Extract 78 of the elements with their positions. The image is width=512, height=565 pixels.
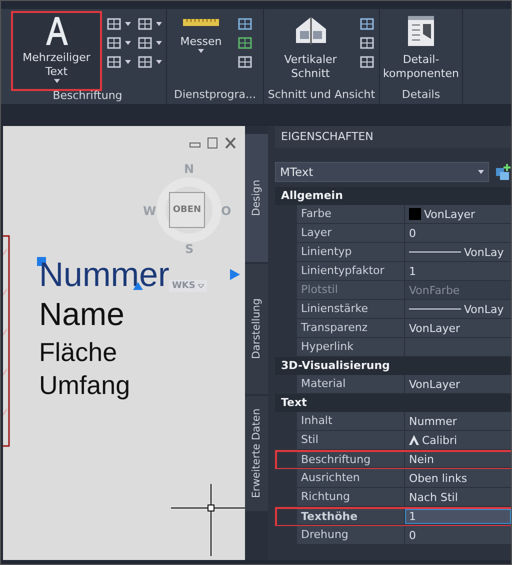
panel-title[interactable]: Details — [380, 88, 462, 104]
property-label: Linienstärke — [297, 300, 405, 319]
property-label: Farbe — [297, 205, 405, 224]
drawing-canvas[interactable]: N W OBEN O S Nummer Name Fläche Umfang WKS — [3, 126, 245, 560]
quick-select-icon[interactable] — [495, 164, 511, 180]
caret-icon — [156, 22, 162, 26]
panel-title[interactable]: Beschriftung — [9, 89, 166, 104]
object-type-select[interactable]: MText — [275, 162, 489, 182]
caret-icon — [156, 41, 162, 45]
property-label: Richtung — [297, 488, 405, 507]
property-label: Layer — [297, 224, 405, 243]
ribbon-button[interactable]: Detail-komponenten — [384, 13, 458, 83]
color-swatch-icon — [409, 208, 421, 220]
property-value[interactable]: Nach Stil — [405, 488, 511, 507]
property-value[interactable]: 0 — [405, 526, 511, 545]
property-value[interactable]: 1 — [405, 262, 511, 281]
property-value[interactable]: Nummer — [405, 412, 511, 431]
value-text: Calibri — [422, 432, 458, 448]
side-tab[interactable]: Design — [245, 134, 268, 262]
property-label: Plotstil — [297, 281, 405, 300]
side-tab[interactable]: Erweiterte Daten — [245, 396, 268, 511]
caret-icon — [54, 79, 60, 83]
line-sample-icon — [409, 307, 461, 311]
caret-icon — [198, 49, 204, 53]
house-section-icon — [294, 15, 328, 47]
text-style-icon — [409, 435, 419, 445]
value-text: VonLay — [464, 302, 504, 316]
property-value[interactable]: VonLay — [405, 243, 511, 262]
caret-icon — [125, 22, 131, 26]
drawing-text[interactable]: Fläche — [39, 339, 118, 365]
arrow-icon[interactable] — [230, 269, 240, 280]
property-row[interactable]: Texthöhe 1 — [275, 507, 511, 526]
ribbon-button[interactable]: Messen — [171, 13, 231, 83]
property-value[interactable]: VonLayer — [405, 319, 511, 338]
property-label: Beschriftung — [297, 452, 405, 468]
property-label: Stil — [297, 431, 405, 450]
caret-icon — [156, 60, 162, 64]
panel-header: EIGENSCHAFTEN — [275, 126, 511, 148]
table-icon[interactable] — [137, 55, 153, 69]
ribbon-button[interactable]: Vertikaler Schnitt — [268, 13, 353, 83]
ribbon-button[interactable]: Mehrzeiliger Text — [13, 13, 100, 89]
property-label: Inhalt — [297, 412, 405, 431]
panel-title[interactable]: Schnitt und Ansicht — [264, 88, 379, 104]
section-header[interactable]: 3D-Visualisierung — [275, 357, 511, 375]
property-label: Material — [297, 375, 405, 394]
property-row[interactable]: Beschriftung Nein — [275, 450, 511, 469]
value-text: VonLay — [464, 244, 504, 260]
drawing-text[interactable]: Nummer — [39, 258, 170, 292]
viewcube-face[interactable]: OBEN — [169, 192, 205, 228]
property-value[interactable]: Nein — [405, 452, 511, 468]
value-text: VonLayer — [424, 206, 476, 222]
property-value[interactable]: VonLayer — [405, 205, 511, 224]
caret-icon — [198, 284, 204, 288]
property-value[interactable]: VonLay — [405, 300, 511, 319]
letter-icon — [44, 15, 70, 45]
property-value[interactable]: Calibri — [405, 431, 511, 450]
line-sample-icon — [409, 250, 461, 254]
caret-icon — [125, 41, 131, 45]
property-label: Linientypfaktor — [297, 262, 405, 281]
property-label: Ausrichten — [297, 469, 405, 488]
property-value[interactable]: 0 — [405, 224, 511, 243]
property-label: Hyperlink — [297, 338, 405, 357]
caret-icon — [125, 60, 131, 64]
property-label: Texthöhe — [297, 509, 405, 525]
drawing-text[interactable]: Name — [39, 298, 124, 330]
panel-title[interactable]: Dienstprogra... — [167, 88, 263, 104]
drawing-text[interactable]: Umfang — [39, 372, 130, 398]
property-value[interactable]: VonLayer — [405, 375, 511, 394]
property-label: Drehung — [297, 526, 405, 545]
detail-sheet-icon — [407, 15, 435, 47]
property-value[interactable]: Oben links — [405, 469, 511, 488]
section-header[interactable]: Text — [275, 394, 511, 412]
caret-icon — [478, 170, 484, 174]
section-header[interactable]: Allgemein — [275, 187, 511, 205]
property-label: Linientyp — [297, 243, 405, 262]
property-input[interactable]: 1 — [405, 509, 511, 525]
side-tab[interactable]: Darstellung — [245, 264, 268, 394]
property-label: Transparenz — [297, 319, 405, 338]
